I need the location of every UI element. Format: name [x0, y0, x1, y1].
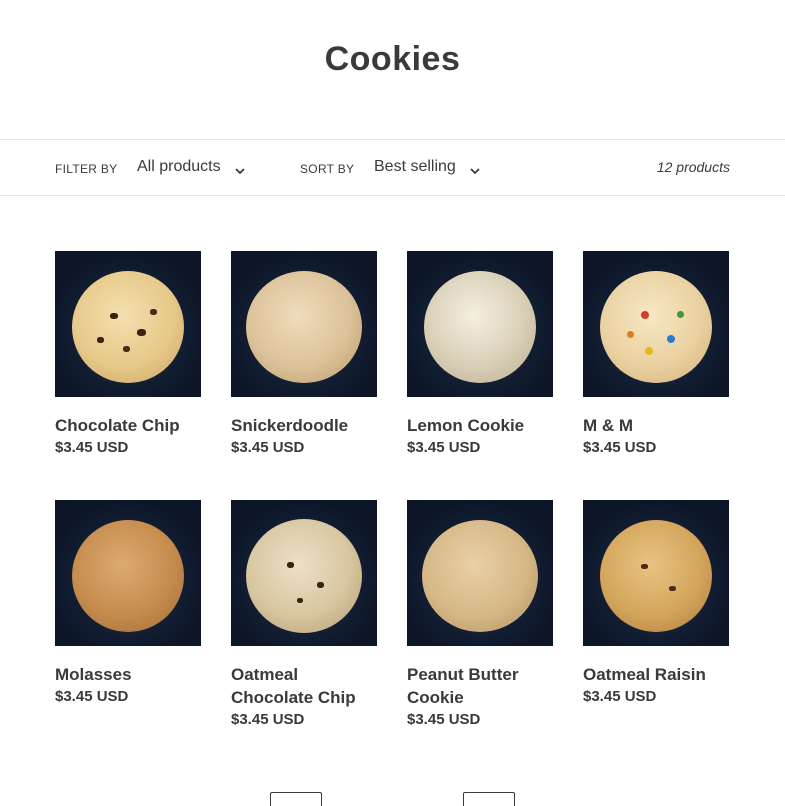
product-card[interactable]: Chocolate Chip $3.45 USD — [55, 251, 201, 459]
product-card[interactable]: Snickerdoodle $3.45 USD — [231, 251, 377, 459]
snickerdoodle-cookie-photo[interactable] — [231, 251, 377, 397]
product-name[interactable]: Chocolate Chip — [55, 414, 201, 437]
sort-label: Sort by — [300, 162, 355, 176]
oatmeal-raisin-cookie-photo[interactable] — [583, 500, 729, 646]
product-price: $3.45 USD — [583, 688, 657, 705]
chevron-down-icon — [234, 162, 245, 174]
product-name[interactable]: Snickerdoodle — [231, 414, 377, 437]
product-card[interactable]: Lemon Cookie $3.45 USD — [407, 251, 553, 459]
pagination-previous-button[interactable] — [270, 792, 322, 806]
product-name[interactable]: M & M — [583, 414, 729, 437]
product-price: $3.45 USD — [55, 688, 129, 705]
product-name[interactable]: Oatmeal Raisin — [583, 663, 729, 686]
product-price: $3.45 USD — [231, 439, 305, 456]
product-card[interactable]: Oatmeal Chocolate Chip $3.45 USD — [231, 500, 377, 731]
filter-select[interactable]: All products — [137, 158, 245, 176]
product-price: $3.45 USD — [407, 439, 481, 456]
product-card[interactable]: Molasses $3.45 USD — [55, 500, 201, 708]
product-card[interactable]: M & M $3.45 USD — [583, 251, 729, 459]
product-count: 12 products — [656, 159, 730, 175]
lemon-cookie-photo[interactable] — [407, 251, 553, 397]
filter-label: Filter by — [55, 162, 118, 176]
product-price: $3.45 USD — [55, 439, 129, 456]
sort-select-value: Best selling — [374, 158, 456, 175]
filter-select-value: All products — [137, 158, 221, 175]
sort-select[interactable]: Best selling — [374, 158, 480, 176]
product-price: $3.45 USD — [583, 439, 657, 456]
product-price: $3.45 USD — [231, 711, 305, 728]
product-name[interactable]: Oatmeal Chocolate Chip — [231, 663, 377, 709]
pagination-next-button[interactable] — [463, 792, 515, 806]
product-name[interactable]: Lemon Cookie — [407, 414, 553, 437]
chevron-down-icon — [470, 162, 480, 174]
product-name[interactable]: Molasses — [55, 663, 201, 686]
page-title: Cookies — [324, 40, 461, 78]
m-and-m-cookie-photo[interactable] — [583, 251, 729, 397]
oatmeal-chocolate-chip-cookie-photo[interactable] — [231, 500, 377, 646]
product-card[interactable]: Oatmeal Raisin $3.45 USD — [583, 500, 729, 708]
collection-filter-bar: Filter by All products Sort by Best sell… — [0, 139, 785, 196]
product-card[interactable]: Peanut Butter Cookie $3.45 USD — [407, 500, 553, 731]
chocolate-chip-cookie-photo[interactable] — [55, 251, 201, 397]
peanut-butter-cookie-photo[interactable] — [407, 500, 553, 646]
product-price: $3.45 USD — [407, 711, 481, 728]
molasses-cookie-photo[interactable] — [55, 500, 201, 646]
product-name[interactable]: Peanut Butter Cookie — [407, 663, 553, 709]
